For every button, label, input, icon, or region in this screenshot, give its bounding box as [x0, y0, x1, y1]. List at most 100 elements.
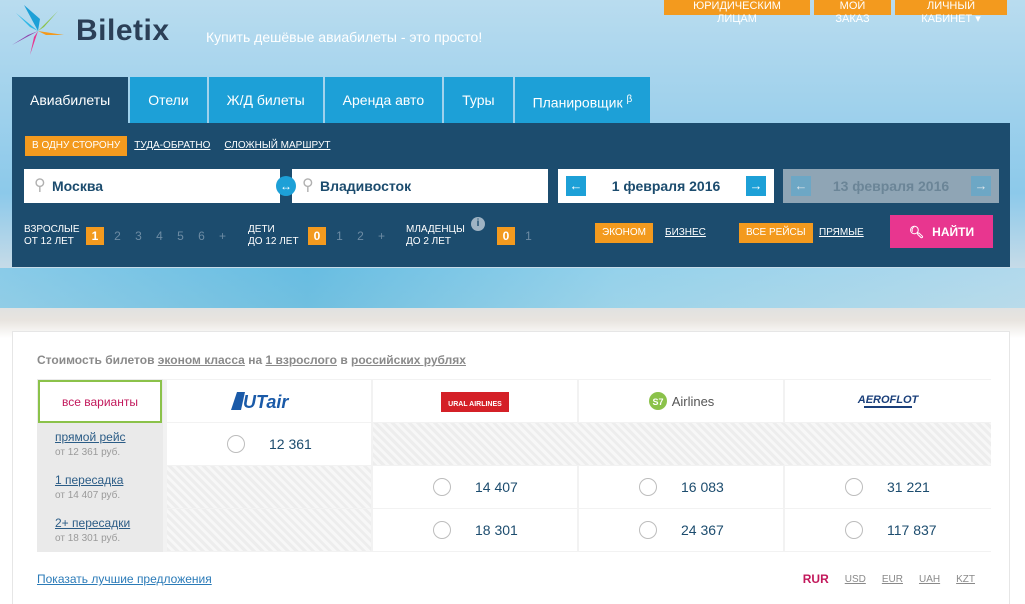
swap-icon[interactable]: ↔ — [276, 176, 296, 196]
logo[interactable]: Biletix — [10, 5, 190, 56]
search-button[interactable]: 🔍︎ НАЙТИ — [890, 215, 993, 248]
price-cell[interactable]: 24 367 — [579, 509, 783, 551]
radio-button[interactable] — [433, 521, 451, 539]
stops-row-two-plus[interactable]: 2+ пересадки от 18 301 руб. — [55, 516, 130, 544]
currency-selector: RUR USD EUR UAH KZT — [787, 572, 975, 586]
corporate-link[interactable]: ЮРИДИЧЕСКИМ ЛИЦАМ — [664, 0, 810, 25]
radio-button[interactable] — [845, 478, 863, 496]
radio-button[interactable] — [433, 478, 451, 496]
adults-count-option[interactable]: 5 — [170, 229, 191, 243]
next-date-arrow-icon[interactable]: → — [745, 176, 766, 196]
price-value: 31 221 — [887, 479, 930, 495]
adults-count-option[interactable]: 1 — [86, 227, 104, 245]
empty-cell — [167, 509, 371, 551]
adults-count-option[interactable]: 4 — [149, 229, 170, 243]
price-value: 12 361 — [269, 436, 312, 452]
tab-trains[interactable]: Ж/Д билеты — [208, 77, 323, 123]
origin-field[interactable]: ⚲ Москва — [24, 169, 280, 203]
adults-label-line2: ОТ 12 ЛЕТ — [24, 236, 74, 247]
price-cell[interactable]: 12 361 — [167, 423, 371, 465]
airline-header-aeroflot[interactable]: AEROFLOT — [785, 380, 991, 422]
currency-link[interactable]: российских рублях — [351, 353, 466, 367]
price-cell[interactable]: 31 221 — [785, 466, 991, 508]
logo-text: Biletix — [76, 14, 170, 47]
one-way-option[interactable]: В ОДНУ СТОРОНУ — [25, 136, 128, 156]
currency-option-uah[interactable]: UAH — [919, 574, 940, 585]
class-link[interactable]: эконом класса — [158, 353, 245, 367]
beta-badge: β — [626, 94, 633, 105]
adults-count-option[interactable]: 2 — [107, 229, 128, 243]
infants-label-line2: ДО 2 ЛЕТ — [406, 236, 452, 247]
price-cell[interactable]: 14 407 — [373, 466, 577, 508]
stops-row-direct[interactable]: прямой рейс от 12 361 руб. — [55, 430, 126, 458]
radio-button[interactable] — [845, 521, 863, 539]
price-cell[interactable]: 117 837 — [785, 509, 991, 551]
info-icon[interactable]: i — [471, 217, 485, 231]
price-cell[interactable]: 18 301 — [373, 509, 577, 551]
currency-option-kzt[interactable]: KZT — [956, 574, 975, 585]
direct-flights-option[interactable]: ПРЯМЫЕ — [812, 223, 871, 243]
economy-class-option[interactable]: ЭКОНОМ — [595, 223, 654, 243]
price-cell[interactable]: 16 083 — [579, 466, 783, 508]
search-icon: 🔍︎ — [908, 224, 925, 239]
radio-button[interactable] — [227, 435, 245, 453]
next-date-arrow-icon[interactable]: → — [970, 176, 991, 196]
stops-min-price: от 14 407 руб. — [55, 490, 121, 501]
cabinet-link[interactable]: ЛИЧНЫЙ КАБИНЕТ ▾ — [895, 0, 1007, 25]
passengers-link[interactable]: 1 взрослого — [265, 353, 337, 367]
ural-logo-text: URAL AIRLINES — [448, 401, 502, 408]
tab-car-rental[interactable]: Аренда авто — [324, 77, 443, 123]
cabinet-label: ЛИЧНЫЙ КАБИНЕТ — [921, 0, 976, 25]
children-count-option[interactable]: 1 — [329, 229, 350, 243]
children-count-option[interactable]: 2 — [350, 229, 371, 243]
adults-count-option[interactable]: 3 — [128, 229, 149, 243]
tab-hotels[interactable]: Отели — [130, 77, 207, 123]
tab-flights[interactable]: Авиабилеты — [12, 77, 129, 123]
prev-date-arrow-icon[interactable]: ← — [566, 176, 586, 196]
adults-more-option[interactable]: + — [212, 229, 233, 243]
utair-logo-text: UTair — [243, 392, 289, 412]
airline-header-utair[interactable]: UTair — [167, 380, 371, 422]
location-pin-icon: ⚲ — [302, 177, 314, 194]
stops-row-one[interactable]: 1 пересадка от 14 407 руб. — [55, 473, 123, 501]
price-note-part: в — [340, 353, 348, 367]
price-value: 117 837 — [887, 522, 937, 538]
children-count-option[interactable]: 0 — [308, 227, 326, 245]
utair-logo-icon: UTair — [231, 392, 289, 412]
prev-date-arrow-icon[interactable]: ← — [791, 176, 811, 196]
stops-column: все варианты прямой рейс от 12 361 руб. … — [37, 379, 163, 552]
airline-header-s7[interactable]: S7 Airlines — [579, 380, 783, 422]
best-offers-link[interactable]: Показать лучшие предложения — [37, 572, 212, 586]
logo-mark-icon — [12, 5, 64, 55]
trip-type-selector: В ОДНУ СТОРОНУ ТУДА-ОБРАТНО СЛОЖНЫЙ МАРШ… — [25, 136, 337, 156]
price-value: 18 301 — [475, 522, 518, 538]
all-flights-option[interactable]: ВСЕ РЕЙСЫ — [739, 223, 813, 243]
children-more-option[interactable]: + — [371, 229, 392, 243]
my-order-link[interactable]: МОЙ ЗАКАЗ — [814, 0, 891, 25]
tab-planner[interactable]: Планировщик β — [514, 77, 651, 123]
depart-date-field[interactable]: ← 1 февраля 2016 → — [558, 169, 774, 203]
round-trip-option[interactable]: ТУДА-ОБРАТНО — [127, 136, 217, 156]
origin-value: Москва — [52, 178, 104, 194]
adults-count-option[interactable]: 6 — [191, 229, 212, 243]
multi-city-option[interactable]: СЛОЖНЫЙ МАРШРУТ — [217, 136, 337, 156]
s7-logo-icon: S7 — [648, 392, 667, 410]
background-sea — [0, 268, 1025, 308]
airline-header-ural[interactable]: URAL AIRLINES — [373, 380, 577, 422]
radio-button[interactable] — [639, 478, 657, 496]
tab-tours[interactable]: Туры — [444, 77, 513, 123]
radio-button[interactable] — [639, 521, 657, 539]
s7-logo-text: Airlines — [671, 393, 715, 409]
destination-field[interactable]: ⚲ Владивосток — [292, 169, 548, 203]
price-note-part: на — [248, 353, 263, 367]
return-date-field[interactable]: ← 13 февраля 2016 → — [783, 169, 999, 203]
infants-count-option[interactable]: 1 — [518, 229, 539, 243]
price-note: Стоимость билетов эконом класса на 1 взр… — [37, 353, 466, 367]
business-class-option[interactable]: БИЗНЕС — [658, 223, 713, 243]
all-variants-button[interactable]: все варианты — [38, 380, 162, 423]
currency-option-usd[interactable]: USD — [845, 574, 866, 585]
price-value: 16 083 — [681, 479, 724, 495]
currency-option-rur[interactable]: RUR — [803, 572, 829, 586]
infants-count-option[interactable]: 0 — [497, 227, 515, 245]
currency-option-eur[interactable]: EUR — [882, 574, 903, 585]
